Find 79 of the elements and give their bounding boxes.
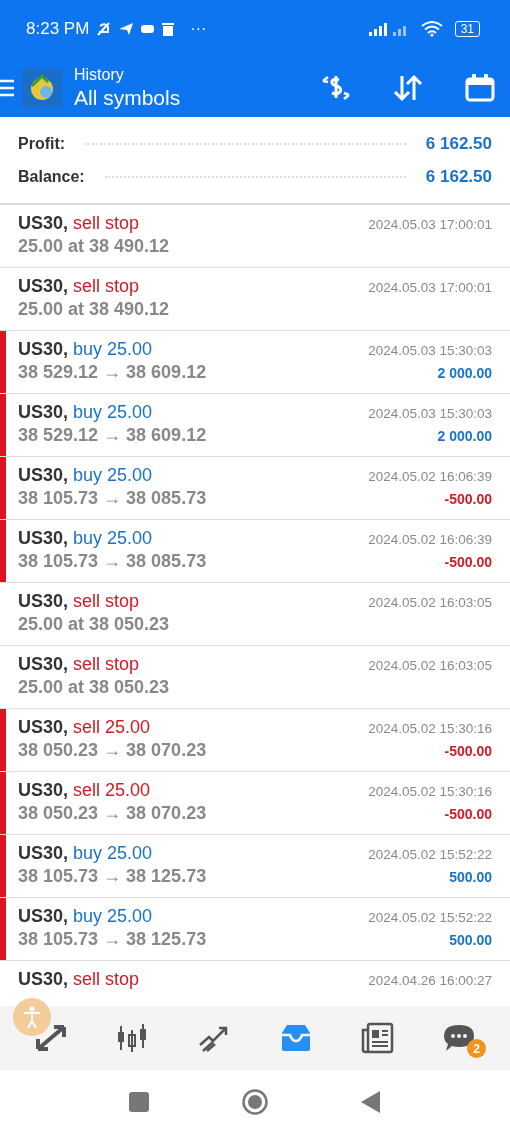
trade-prices: 25.00 at 38 490.12 (18, 236, 170, 257)
trade-profit: 500.00 (449, 869, 492, 885)
history-row[interactable]: US30, buy 25.00 2024.05.02 16:06:39 38 105.73 → 38 085.73 -500.00 (0, 457, 510, 520)
trade-title: US30, buy 25.00 (18, 528, 153, 549)
history-row[interactable]: US30, buy 25.00 2024.05.02 15:52:22 38 105.73 → 38 125.73 500.00 (0, 835, 510, 898)
screen-title: History (74, 65, 125, 84)
trade-time: 2024.05.03 15:30:03 (368, 406, 492, 421)
trade-title: US30, sell 25.00 (18, 717, 151, 738)
trade-title: US30, sell stop (18, 276, 140, 297)
trade-time: 2024.05.02 16:06:39 (368, 469, 492, 484)
trade-time: 2024.05.02 16:03:05 (368, 595, 492, 610)
history-row[interactable]: US30, sell stop 2024.05.02 16:03:05 25.00 at 38 050.23 (0, 646, 510, 709)
wifi-icon (420, 21, 443, 37)
battery-indicator: 31 (454, 21, 480, 37)
trade-time: 2024.04.26 16:00:27 (368, 973, 492, 988)
history-row[interactable]: US30, sell 25.00 2024.05.02 15:30:16 38 050.23 → 38 070.23 -500.00 (0, 772, 510, 835)
trade-title: US30, buy 25.00 (18, 339, 153, 360)
trade-prices: 38 529.12 → 38 609.12 (18, 362, 207, 383)
app-logo-icon (22, 67, 62, 108)
trade-title: US30, sell stop (18, 969, 140, 990)
paper-plane-icon (119, 23, 134, 35)
trade-profit: -500.00 (444, 491, 492, 507)
back-icon[interactable] (361, 1090, 381, 1113)
symbol-filter[interactable]: All symbols (74, 85, 280, 110)
history-row[interactable]: US30, buy 25.00 2024.05.02 15:52:22 38 105.73 → 38 125.73 500.00 (0, 898, 510, 961)
trade-profit: 2 000.00 (437, 365, 492, 381)
summary-label: Profit: (18, 134, 66, 153)
trade-prices: 38 529.12 → 38 609.12 (18, 425, 207, 446)
unread-count-badge: 2 (467, 1039, 487, 1058)
history-row[interactable]: US30, buy 25.00 2024.05.02 16:06:39 38 105.73 → 38 085.73 -500.00 (0, 520, 510, 583)
trade-time: 2024.05.02 15:52:22 (368, 910, 492, 925)
status-time: 8:23 PM (26, 19, 90, 39)
trade-title: US30, sell stop (18, 654, 140, 675)
trade-prices: 38 105.73 → 38 125.73 (18, 866, 207, 887)
trade-title: US30, sell stop (18, 591, 140, 612)
trade-title: US30, buy 25.00 (18, 402, 153, 423)
trade-profit: -500.00 (444, 806, 492, 822)
menu-icon[interactable] (0, 77, 14, 98)
history-row[interactable]: US30, sell 25.00 2024.05.02 15:30:16 38 050.23 → 38 070.23 -500.00 (0, 709, 510, 772)
history-row[interactable]: US30, sell stop 2024.05.03 17:00:01 25.00 at 38 490.12 (0, 205, 510, 268)
trade-title: US30, sell stop (18, 213, 140, 234)
trade-time: 2024.05.03 15:30:03 (368, 343, 492, 358)
trade-profit: -500.00 (444, 554, 492, 570)
trade-profit: -500.00 (444, 743, 492, 759)
trade-prices: 38 050.23 → 38 070.23 (18, 803, 207, 824)
trade-prices: 38 050.23 → 38 070.23 (18, 740, 207, 761)
trade-title: US30, buy 25.00 (18, 465, 153, 486)
recent-apps-icon[interactable] (129, 1091, 149, 1112)
history-row[interactable]: US30, buy 25.00 2024.05.03 15:30:03 38 529.12 → 38 609.12 2 000.00 (0, 394, 510, 457)
trade-title: US30, buy 25.00 (18, 843, 153, 864)
summary-value: 6 162.50 (425, 166, 492, 187)
home-icon[interactable] (241, 1087, 269, 1116)
trade-prices: 38 105.73 → 38 125.73 (18, 929, 207, 950)
more-notifications: ··· (190, 20, 207, 38)
summary-label: Balance: (18, 167, 85, 186)
trade-prices: 25.00 at 38 050.23 (18, 677, 170, 698)
newspaper-icon[interactable] (360, 1022, 395, 1054)
trade-time: 2024.05.02 16:03:05 (368, 658, 492, 673)
history-row[interactable]: US30, sell stop 2024.05.02 16:03:05 25.00 at 38 050.23 (0, 583, 510, 646)
trade-time: 2024.05.03 17:00:01 (368, 217, 492, 232)
trade-time: 2024.05.02 15:52:22 (368, 847, 492, 862)
calendar-icon[interactable] (464, 71, 496, 104)
trade-time: 2024.05.03 17:00:01 (368, 280, 492, 295)
trade-prices: 25.00 at 38 050.23 (18, 614, 170, 635)
trade-prices: 38 105.73 → 38 085.73 (18, 551, 207, 572)
trade-time: 2024.05.02 15:30:16 (368, 784, 492, 799)
trade-prices: 25.00 at 38 490.12 (18, 299, 170, 320)
summary-value: 6 162.50 (425, 133, 492, 154)
trade-title: US30, sell 25.00 (18, 780, 151, 801)
trade-time: 2024.05.02 15:30:16 (368, 721, 492, 736)
trash-icon (162, 22, 175, 36)
quotes-icon[interactable] (33, 1023, 68, 1053)
trade-profit: 2 000.00 (437, 428, 492, 444)
trade-profit: 500.00 (449, 932, 492, 948)
history-row[interactable]: US30, buy 25.00 2024.05.03 15:30:03 38 529.12 → 38 609.12 2 000.00 (0, 331, 510, 394)
trade-title: US30, buy 25.00 (18, 906, 153, 927)
trade-time: 2024.05.02 16:06:39 (368, 532, 492, 547)
history-row[interactable]: US30, sell stop 2024.05.03 17:00:01 25.00 at 38 490.12 (0, 268, 510, 331)
trade-prices: 38 105.73 → 38 085.73 (18, 488, 207, 509)
